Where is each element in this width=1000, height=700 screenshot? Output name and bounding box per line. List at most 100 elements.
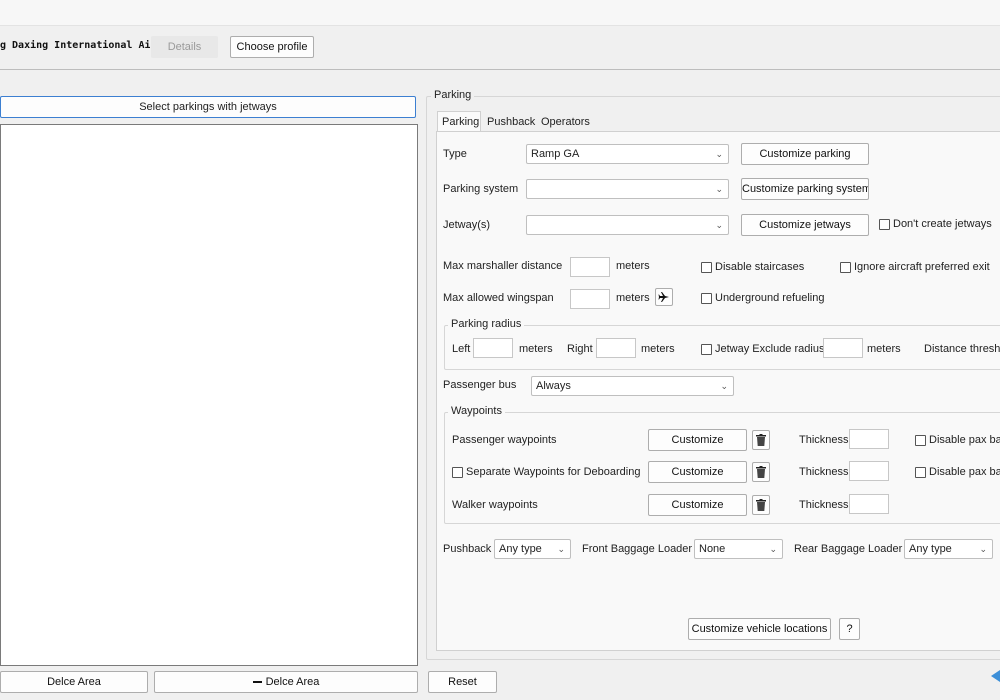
jetways-select[interactable]: ⌄ [526,215,729,235]
customize-jetways-button[interactable]: Customize jetways [741,214,869,236]
window-top-strip [0,0,1000,26]
jetway-exclude-radius-checkbox[interactable]: Jetway Exclude radius [701,343,824,355]
delete-area-button-1[interactable]: Delce Area [0,671,148,693]
parking-system-label: Parking system [443,183,519,195]
radius-right-unit: meters [641,343,675,355]
dont-create-jetways-checkbox[interactable]: Don't create jetways [879,218,992,230]
rear-baggage-loader-select[interactable]: Any type ⌄ [904,539,993,559]
checkbox-box [915,466,926,478]
marshaller-distance-input[interactable] [570,257,610,277]
type-label: Type [443,148,467,160]
tab-operators[interactable]: Operators [537,112,594,132]
dont-create-jetways-label: Don't create jetways [893,218,992,230]
chevron-down-icon: ⌄ [720,381,728,391]
walker-waypoints-label: Walker waypoints [452,499,538,511]
disable-pax-bar-label-2: Disable pax bar [929,466,1000,478]
parking-list[interactable] [0,124,418,666]
customize-vehicle-locations-button[interactable]: Customize vehicle locations [688,618,831,640]
radius-right-label: Right [567,343,593,355]
walker-waypoints-thickness-input[interactable] [849,494,889,514]
ignore-preferred-exit-checkbox[interactable]: Ignore aircraft preferred exit [840,261,990,273]
parking-radius-title: Parking radius [448,318,525,330]
chevron-down-icon: ⌄ [769,544,777,554]
walker-waypoints-customize-button[interactable]: Customize [648,494,747,516]
separate-waypoints-checkbox[interactable]: Separate Waypoints for Deboarding [452,466,640,478]
disable-pax-bar-label-1: Disable pax bar [929,434,1000,446]
customize-parking-button[interactable]: Customize parking [741,143,869,165]
separate-waypoints-label: Separate Waypoints for Deboarding [466,466,641,478]
checkbox-box [452,466,463,478]
walker-waypoints-thickness-label: Thickness [799,499,849,511]
chevron-down-icon: ⌄ [715,184,723,194]
disable-staircases-checkbox[interactable]: Disable staircases [701,261,804,273]
passenger-bus-label: Passenger bus [443,379,517,391]
type-select-value: Ramp GA [531,148,580,160]
disable-pax-bar-checkbox-2[interactable]: Disable pax bar [915,466,1000,478]
chevron-down-icon: ⌄ [979,544,987,554]
rear-baggage-loader-value: Any type [909,543,952,555]
select-parkings-with-jetways-button[interactable]: Select parkings with jetways [0,96,416,118]
front-baggage-loader-label: Front Baggage Loader [582,543,693,555]
delete-area-label-1: Delce Area [47,676,101,688]
reset-button[interactable]: Reset [428,671,497,693]
header-bar [0,26,1000,70]
pushback-select[interactable]: Any type ⌄ [494,539,571,559]
trash-icon[interactable] [752,462,770,482]
help-button[interactable]: ? [839,618,860,640]
radius-left-label: Left [452,343,471,355]
jetway-exclude-radius-label: Jetway Exclude radius [715,343,825,355]
checkbox-box [915,434,926,446]
parking-system-select[interactable]: ⌄ [526,179,729,199]
radius-left-unit: meters [519,343,553,355]
radius-right-input[interactable] [596,338,636,358]
disable-staircases-label: Disable staircases [715,261,805,273]
marshaller-distance-unit: meters [616,260,650,272]
customize-parking-system-button[interactable]: Customize parking system [741,178,869,200]
airplane-icon[interactable] [655,288,673,306]
checkbox-box [701,261,712,273]
rear-baggage-loader-label: Rear Baggage Loader [794,543,903,555]
jetway-exclude-radius-input[interactable] [823,338,863,358]
radius-left-input[interactable] [473,338,513,358]
front-baggage-loader-value: None [699,543,726,555]
trash-icon[interactable] [752,430,770,450]
checkbox-box [840,261,851,273]
tab-parking[interactable]: Parking [437,111,481,131]
details-button[interactable]: Details [151,36,218,58]
trash-icon[interactable] [752,495,770,515]
underground-refueling-label: Underground refueling [715,292,825,304]
blue-arrow-icon [991,670,1000,682]
passenger-waypoints-customize-button[interactable]: Customize [648,429,747,451]
delete-area-label-2: Delce Area [265,676,320,688]
passenger-waypoints-thickness-input[interactable] [849,429,889,449]
jetway-exclude-unit: meters [867,343,901,355]
waypoints-title: Waypoints [448,405,505,417]
distance-threshold-label: Distance thresho [924,343,1000,355]
wingspan-input[interactable] [570,289,610,309]
chevron-down-icon: ⌄ [557,544,565,554]
wingspan-unit: meters [616,292,650,304]
deboarding-waypoints-thickness-input[interactable] [849,461,889,481]
chevron-down-icon: ⌄ [715,149,723,159]
ignore-preferred-exit-label: Ignore aircraft preferred exit [854,261,990,273]
pushback-select-value: Any type [499,543,542,555]
wingspan-label: Max allowed wingspan [443,292,554,304]
choose-profile-button[interactable]: Choose profile [230,36,314,58]
airport-name: g Daxing International Ai [0,40,150,51]
passenger-bus-select[interactable]: Always ⌄ [531,376,734,396]
delete-area-button-2[interactable]: Delce Area [154,671,418,693]
jetways-label: Jetway(s) [443,219,491,231]
deboarding-waypoints-customize-button[interactable]: Customize [648,461,747,483]
marshaller-distance-label: Max marshaller distance [443,260,563,272]
checkbox-box [701,343,712,355]
chevron-down-icon: ⌄ [715,220,723,230]
front-baggage-loader-select[interactable]: None ⌄ [694,539,783,559]
disable-pax-bar-checkbox-1[interactable]: Disable pax bar [915,434,1000,446]
deboarding-waypoints-thickness-label: Thickness [799,466,849,478]
underground-refueling-checkbox[interactable]: Underground refueling [701,292,824,304]
checkbox-box [701,292,712,304]
minus-icon [252,681,262,684]
tab-pushback[interactable]: Pushback [483,112,539,132]
checkbox-box [879,218,890,230]
type-select[interactable]: Ramp GA ⌄ [526,144,729,164]
